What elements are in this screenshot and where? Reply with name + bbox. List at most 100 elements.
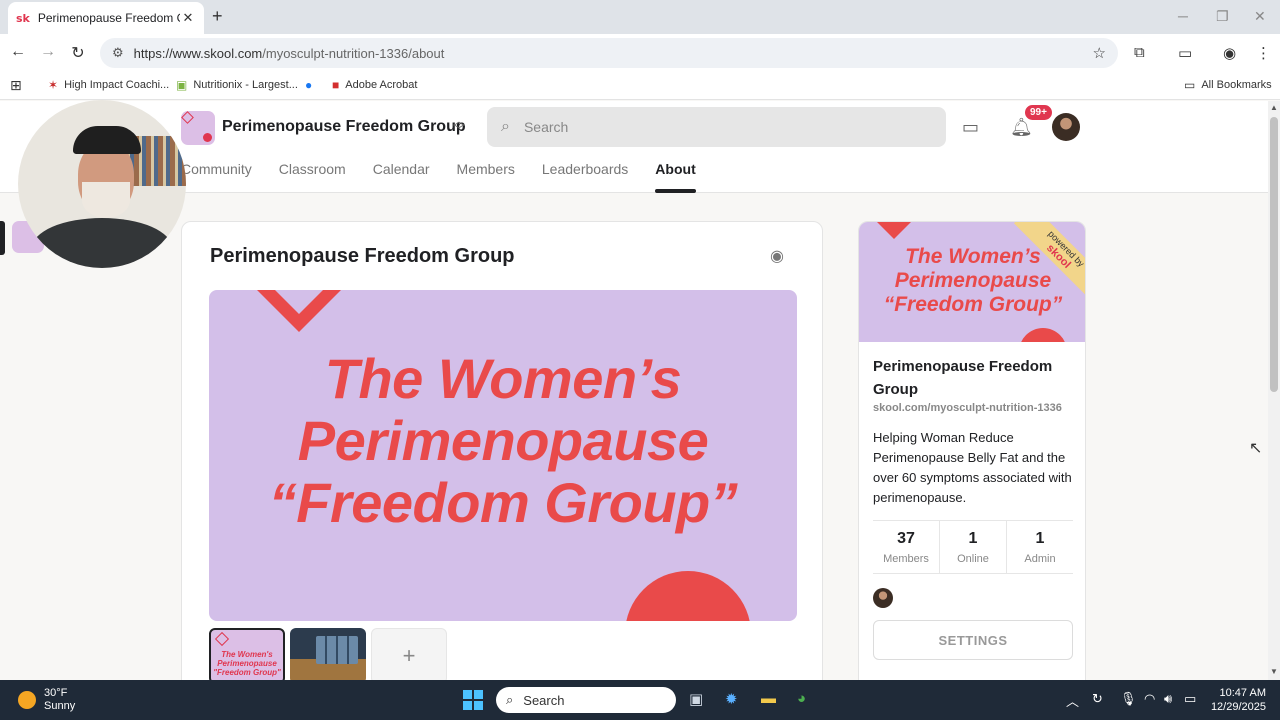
cover-triangle-shape [877, 222, 911, 239]
bookmark-adobe-acrobat[interactable]: ■ Adobe Acrobat [332, 78, 417, 92]
new-tab-icon[interactable]: + [212, 6, 223, 27]
bookmark-facebook[interactable]: ● [305, 78, 318, 92]
media-thumbnails: The Women's Perimenopause "Freedom Group… [209, 628, 452, 680]
apps-grid-icon[interactable]: ⊞ [10, 77, 22, 94]
nav-tabs: Community Classroom Calendar Members Lea… [181, 161, 723, 193]
thumbnail-video-call[interactable] [290, 628, 366, 680]
tab-about[interactable]: About [655, 161, 697, 193]
search-icon: ⌕ [501, 118, 510, 135]
sun-icon [18, 691, 36, 709]
chrome-icon[interactable]: ◕ [797, 690, 806, 707]
group-list-indicator [0, 221, 5, 255]
hero-circle-shape [625, 571, 751, 621]
star-burst-icon: ✶ [48, 78, 59, 92]
back-icon[interactable]: ← [8, 43, 28, 61]
extensions-icon[interactable]: ⧉ [1134, 44, 1145, 61]
all-bookmarks[interactable]: ▭ All Bookmarks [1184, 78, 1272, 92]
group-url: skool.com/myosculpt-nutrition-1336 [873, 402, 1062, 414]
stat-admin[interactable]: 1 Admin [1006, 521, 1073, 573]
group-name[interactable]: Perimenopause Freedom Group [222, 118, 466, 136]
bookmark-nutritionix[interactable]: ▣ Nutritionix - Largest... [176, 78, 298, 92]
profile-icon[interactable]: ◉ [1223, 44, 1236, 62]
browser-tab[interactable]: sk Perimenopause Freedom Group ✕ [8, 2, 204, 34]
url-text: https://www.skool.com/myosculpt-nutritio… [133, 45, 445, 61]
temperature: 30°F [44, 687, 68, 699]
system-clock[interactable]: 10:47 AM 12/29/2025 [1200, 686, 1266, 714]
group-description: Helping Woman Reduce Perimenopause Belly… [873, 430, 1072, 505]
tab-community[interactable]: Community [181, 161, 252, 193]
reload-icon[interactable]: ↻ [68, 43, 88, 63]
tab-classroom[interactable]: Classroom [279, 161, 346, 193]
file-explorer-icon[interactable]: ▬ [761, 690, 776, 707]
bookmark-star-icon[interactable]: ☆ [1093, 44, 1106, 62]
chat-icon[interactable]: ▭ [962, 117, 979, 138]
group-title: Perimenopause Freedom Group [873, 358, 1053, 398]
skool-favicon-icon: sk [16, 11, 30, 25]
windows-start-icon[interactable] [463, 690, 483, 710]
close-window-icon[interactable]: ✕ [1254, 8, 1266, 25]
settings-button[interactable]: SETTINGS [873, 620, 1073, 660]
weather-widget[interactable]: 30°F Sunny [18, 687, 75, 713]
hero-triangle-cutout [275, 290, 323, 314]
stat-members[interactable]: 37 Members [873, 521, 939, 573]
user-avatar[interactable] [1052, 113, 1080, 141]
bell-icon[interactable]: 🔔︎ [1010, 117, 1033, 138]
volume-icon[interactable]: 🔊︎ [1164, 691, 1172, 707]
presenter-cap [73, 126, 141, 154]
search-input[interactable] [523, 119, 904, 135]
microphone-icon[interactable]: 🎙︎ [1120, 691, 1137, 707]
presenter-beard [82, 182, 130, 218]
taskbar-search-icon: ⌕ [506, 692, 514, 707]
tab-calendar[interactable]: Calendar [373, 161, 430, 193]
presenter-shirt [32, 218, 172, 268]
eye-icon[interactable]: ◉ [770, 246, 784, 266]
group-cover-image: The Women’s Perimenopause “Freedom Group… [859, 222, 1085, 342]
group-stats: 37 Members 1 Online 1 Admin [873, 520, 1073, 574]
thumbnail-cover-text: The Women's Perimenopause "Freedom Group… [213, 650, 281, 677]
menu-kebab-icon[interactable]: ⋮ [1256, 44, 1271, 62]
close-tab-icon[interactable]: ✕ [180, 10, 196, 26]
tab-title: Perimenopause Freedom Group [37, 11, 180, 25]
cast-search-icon[interactable]: ▭ [1178, 44, 1192, 62]
bookmark-high-impact[interactable]: ✶ High Impact Coachi... [48, 78, 169, 92]
stat-online[interactable]: 1 Online [939, 521, 1006, 573]
scroll-thumb[interactable] [1270, 117, 1278, 392]
minimize-icon[interactable]: ─ [1178, 8, 1188, 24]
group-logo[interactable] [181, 111, 215, 145]
page-scrollbar[interactable]: ▲ ▼ [1268, 101, 1280, 680]
wifi-icon[interactable]: ◠ [1144, 691, 1155, 707]
tray-chevron-icon[interactable]: ︿ [1066, 691, 1079, 710]
page-title: Perimenopause Freedom Group [210, 245, 515, 267]
tab-members[interactable]: Members [457, 161, 515, 193]
page-content: Perimenopause Freedom Group ︿﹀ ⌕ ▭ 🔔︎ 99… [0, 101, 1268, 680]
site-header: Perimenopause Freedom Group ︿﹀ ⌕ ▭ 🔔︎ 99… [0, 101, 1268, 193]
thumbnail-cover[interactable]: The Women's Perimenopause "Freedom Group… [209, 628, 285, 680]
acrobat-icon: ■ [332, 78, 340, 92]
battery-icon[interactable]: ▭ [1184, 691, 1196, 707]
taskbar-search[interactable]: ⌕ Search [496, 687, 676, 713]
tab-leaderboards[interactable]: Leaderboards [542, 161, 628, 193]
group-info-card: The Women’s Perimenopause “Freedom Group… [858, 221, 1086, 680]
site-info-icon[interactable]: ⚙ [112, 45, 124, 61]
address-bar-row: ← → ↻ ⚙ https://www.skool.com/myosculpt-… [0, 34, 1280, 72]
task-view-icon[interactable]: ▣ [689, 690, 703, 708]
sync-icon[interactable]: ↻ [1092, 691, 1103, 707]
add-media-button[interactable]: + [371, 628, 447, 680]
scroll-up-icon[interactable]: ▲ [1270, 103, 1278, 112]
url-bar[interactable]: ⚙ https://www.skool.com/myosculpt-nutrit… [100, 38, 1118, 68]
browser-tab-bar: sk Perimenopause Freedom Group ✕ + ─ ❐ ✕ [0, 0, 1280, 34]
weather-condition: Sunny [44, 700, 76, 712]
admin-avatar[interactable] [873, 588, 893, 608]
group-switcher-icon[interactable]: ︿ ﹀ [453, 115, 465, 136]
forward-icon[interactable]: → [38, 43, 58, 61]
restore-icon[interactable]: ❐ [1216, 8, 1229, 25]
hero-image: The Women’s Perimenopause “Freedom Group… [209, 290, 797, 621]
search-box[interactable]: ⌕ [487, 107, 946, 147]
bookmarks-bar: ⊞ ✶ High Impact Coachi... ▣ Nutritionix - … [0, 72, 1280, 100]
mouse-cursor-icon: ↖ [1249, 440, 1263, 457]
settings-gear-icon[interactable]: ✹ [725, 690, 738, 708]
facebook-icon: ● [305, 78, 313, 92]
android-icon: ▣ [176, 78, 188, 92]
folder-icon: ▭ [1184, 78, 1196, 92]
scroll-down-icon[interactable]: ▼ [1270, 667, 1278, 676]
